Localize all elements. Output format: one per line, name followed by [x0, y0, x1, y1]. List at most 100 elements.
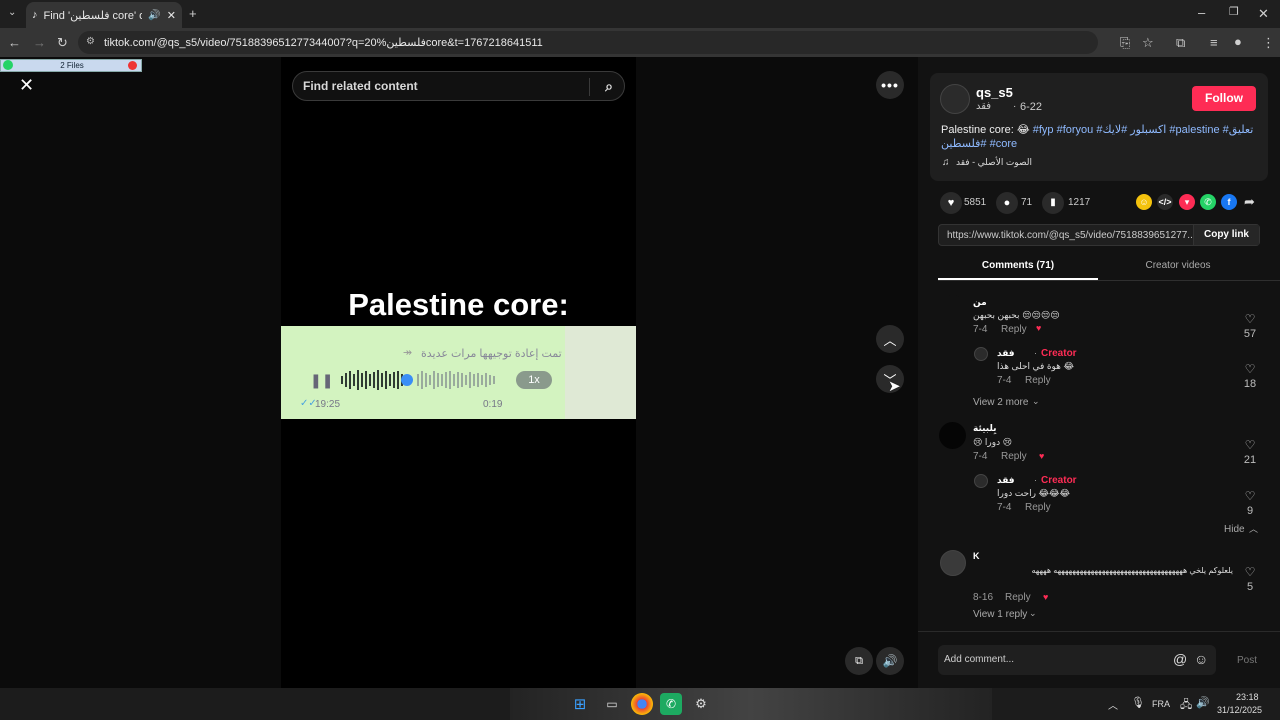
reply-button[interactable]: Reply [1025, 375, 1051, 386]
hashtag-link[interactable]: #palestine [1169, 124, 1219, 136]
install-app-icon[interactable]: ⎘ [1120, 36, 1130, 49]
bookmark-star-icon[interactable]: ☆ [1142, 36, 1154, 49]
browser-tab[interactable]: ♪ Find 'فلسطين core' on TikT 🔊 ✕ [26, 2, 182, 28]
view-reply[interactable]: View 1 reply [973, 609, 1027, 620]
waveform [341, 370, 495, 390]
hashtag-link[interactable]: #fyp [1033, 124, 1054, 136]
like-count: 5851 [964, 197, 987, 208]
reply-user[interactable]: فقد [997, 348, 1015, 359]
comment-like-icon[interactable]: ♡ [1243, 565, 1257, 579]
speaker-icon[interactable]: 🔊 [1196, 696, 1210, 709]
save-button[interactable]: ▮ [1042, 192, 1064, 214]
url-field[interactable]: ⚙ tiktok.com/@qs_s5/video/75188396512773… [78, 31, 1098, 54]
add-comment-input[interactable]: Add comment... @ ☺ [938, 645, 1216, 675]
send-to-friends-icon[interactable]: ▾ [1179, 194, 1195, 210]
strip-close-icon[interactable] [128, 61, 137, 70]
restore-icon[interactable]: ❐ [1229, 7, 1239, 18]
author-username[interactable]: qs_s5 [976, 85, 1013, 100]
whatsapp-files-strip[interactable]: 2 Files [0, 59, 142, 72]
right-backdrop [636, 57, 918, 688]
tab-creator-videos[interactable]: Creator videos [1098, 260, 1258, 271]
hide-replies-button[interactable]: Hide [1224, 524, 1245, 535]
browser-menu-icon[interactable]: ⋮ [1262, 36, 1275, 49]
music-label[interactable]: الصوت الأصلي - فقد [956, 157, 1032, 168]
post-button[interactable]: Post [1237, 655, 1257, 666]
close-video-icon[interactable]: ✕ [19, 75, 34, 96]
whatsapp-share-icon[interactable]: ✆ [1200, 194, 1216, 210]
back-icon[interactable]: ← [8, 36, 21, 49]
start-icon[interactable]: ⊞ [569, 693, 591, 715]
steam-taskbar-icon[interactable]: ⚙ [690, 693, 712, 715]
reply-date: 7-4 [997, 375, 1012, 386]
comment-date: 7-4 [973, 451, 988, 462]
hashtag-link[interactable]: #تعليق [1223, 124, 1254, 136]
creator-avatar[interactable] [974, 347, 988, 361]
gift-icon[interactable]: ☺ [1136, 194, 1152, 210]
mention-icon[interactable]: @ [1173, 651, 1187, 667]
reply-button[interactable]: Reply [1005, 592, 1031, 603]
facebook-share-icon[interactable]: f [1221, 194, 1237, 210]
reload-icon[interactable]: ↻ [57, 36, 68, 49]
microphone-icon[interactable]: 🎙 [1131, 696, 1145, 709]
commenter-avatar[interactable] [940, 295, 966, 321]
comment-user[interactable]: K [973, 551, 980, 561]
site-info-icon[interactable]: ⚙ [86, 36, 95, 47]
embed-icon[interactable]: </> [1157, 194, 1173, 210]
commenter-avatar[interactable] [939, 422, 966, 449]
comment-user[interactable]: من [973, 297, 987, 308]
emoji-icon[interactable]: ☺ [1194, 651, 1208, 667]
view-more-replies[interactable]: View 2 more [973, 397, 1028, 408]
floating-player-icon: ⧉ [855, 654, 863, 667]
clock-date[interactable]: 31/12/2025 [1217, 705, 1262, 715]
commenter-avatar[interactable] [940, 550, 966, 576]
hashtag-link[interactable]: #لايك [1102, 124, 1127, 136]
media-control-icon[interactable]: ≡ [1210, 36, 1218, 49]
search-input[interactable]: Find related content ⌕ [292, 71, 625, 101]
hashtag-link[interactable]: #foryou [1057, 124, 1094, 136]
close-window-icon[interactable]: ✕ [1258, 7, 1269, 20]
like-button[interactable]: ♥ [940, 192, 962, 214]
volume-button[interactable]: 🔊 [876, 647, 904, 675]
tab-search-icon[interactable]: ⌄ [8, 8, 16, 18]
more-options-button[interactable]: ••• [876, 71, 904, 99]
follow-button[interactable]: Follow [1192, 86, 1256, 111]
tab-comments[interactable]: Comments (71) [938, 260, 1098, 271]
author-avatar[interactable] [940, 84, 970, 114]
comment-like-icon[interactable]: ♡ [1243, 489, 1257, 503]
share-arrow-icon[interactable]: ➦ [1244, 194, 1255, 210]
copy-link-button[interactable]: Copy link [1193, 225, 1259, 245]
language-indicator[interactable]: FRA [1152, 699, 1170, 709]
creator-avatar[interactable] [974, 474, 988, 488]
tab-close-icon[interactable]: ✕ [167, 9, 176, 22]
extensions-icon[interactable]: ⧉ [1176, 36, 1185, 49]
video-player[interactable]: Palestine core: تمت إعادة توجيهها مرات ع… [281, 57, 636, 688]
tab-audio-icon[interactable]: 🔊 [148, 10, 160, 21]
clock-time[interactable]: 23:18 [1236, 692, 1259, 702]
chrome-taskbar-icon[interactable] [631, 693, 653, 715]
new-tab-icon[interactable]: + [189, 7, 197, 20]
caption: Palestine core: 😂 #fyp #foryou #اكسبلور … [941, 123, 1261, 151]
comment-like-icon[interactable]: ♡ [1243, 362, 1257, 376]
reply-button[interactable]: Reply [1025, 502, 1051, 513]
reply-button[interactable]: Reply [1001, 451, 1027, 462]
reply-user[interactable]: فقد [997, 475, 1015, 486]
whatsapp-taskbar-icon[interactable]: ✆ [660, 693, 682, 715]
comment-user[interactable]: بِلبيئة [973, 423, 997, 434]
hashtag-link[interactable]: #فلسطين [941, 138, 987, 150]
minimize-icon[interactable]: – [1198, 6, 1205, 19]
video-link-field[interactable]: https://www.tiktok.com/@qs_s5/video/7518… [938, 224, 1260, 246]
comment-button[interactable]: ● [996, 192, 1018, 214]
tray-overflow-icon[interactable]: ︿ [1108, 697, 1118, 712]
hashtag-link[interactable]: #core [990, 138, 1018, 150]
task-view-icon[interactable]: ▭ [601, 693, 623, 715]
comment-like-icon[interactable]: ♡ [1243, 312, 1257, 326]
previous-video-button[interactable]: ︿ [876, 325, 904, 353]
network-icon[interactable]: 🖧 [1180, 696, 1192, 715]
profile-avatar-icon[interactable]: ● [1234, 35, 1242, 48]
forwarded-label: تمت إعادة توجيهها مرات عديدة [421, 348, 562, 360]
reply-button[interactable]: Reply [1001, 324, 1027, 335]
comment-like-icon[interactable]: ♡ [1243, 438, 1257, 452]
forward-icon[interactable]: → [33, 36, 46, 49]
floating-player-button[interactable]: ⧉ [845, 647, 873, 675]
search-icon[interactable]: ⌕ [605, 78, 613, 95]
